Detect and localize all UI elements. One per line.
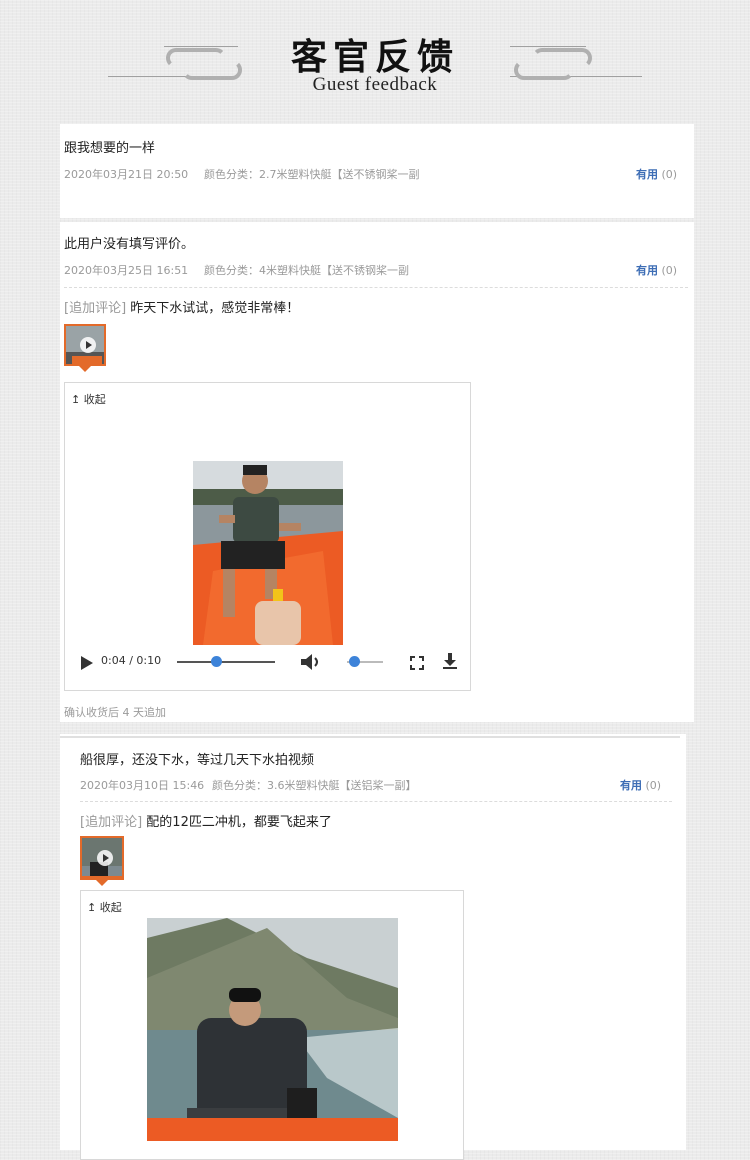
video-content bbox=[193, 461, 343, 645]
video-content bbox=[147, 918, 398, 1141]
review-card: 船很厚，还没下水，等过几天下水拍视频 2020年03月10日 15:46 颜色分… bbox=[60, 734, 686, 1160]
review-sku: 颜色分类：4米塑料快艇【送不锈钢桨一副 bbox=[204, 264, 409, 277]
play-icon bbox=[80, 337, 96, 353]
review-sku: 颜色分类：3.6米塑料快艇【送铝桨一副】 bbox=[212, 779, 417, 792]
review-card: 此用户没有填写评价。 2020年03月25日 16:51 颜色分类：4米塑料快艇… bbox=[60, 222, 694, 722]
useful-label: 有用 bbox=[620, 779, 642, 792]
top-border bbox=[60, 736, 680, 738]
video-player: ↥ 收起 bbox=[80, 890, 464, 1160]
review-card: 跟我想要的一样 2020年03月21日 20:50 颜色分类：2.7米塑料快艇【… bbox=[60, 124, 694, 218]
progress-knob[interactable] bbox=[211, 656, 223, 667]
video-player: ↥ 收起 0:04 / 0:10 bbox=[64, 382, 471, 691]
page-header: 客官反馈 Guest feedback bbox=[0, 0, 750, 120]
volume-knob[interactable] bbox=[349, 656, 361, 667]
collapse-button[interactable]: ↥ 收起 bbox=[87, 899, 122, 915]
divider bbox=[64, 287, 688, 288]
useful-button[interactable]: 有用 (0) bbox=[636, 166, 677, 182]
append-comment: [追加评论] 配的12匹二冲机，都要飞起来了 bbox=[80, 811, 332, 830]
progress-slider[interactable] bbox=[177, 661, 275, 663]
fullscreen-icon[interactable] bbox=[410, 655, 424, 674]
download-icon[interactable] bbox=[443, 653, 457, 673]
review-text: 跟我想要的一样 bbox=[64, 141, 156, 156]
useful-button[interactable]: 有用 (0) bbox=[636, 262, 677, 278]
review-text: 此用户没有填写评价。 bbox=[64, 237, 195, 252]
useful-button[interactable]: 有用 (0) bbox=[620, 777, 661, 793]
review-sku: 颜色分类：2.7米塑料快艇【送不锈钢桨一副 bbox=[204, 168, 420, 181]
useful-label: 有用 bbox=[636, 264, 658, 277]
page-subtitle: Guest feedback bbox=[312, 74, 438, 95]
useful-label: 有用 bbox=[636, 168, 658, 181]
video-frame[interactable] bbox=[147, 918, 398, 1141]
review-text: 船很厚，还没下水，等过几天下水拍视频 bbox=[80, 753, 315, 768]
review-date: 2020年03月10日 15:46 bbox=[80, 779, 205, 792]
play-icon[interactable] bbox=[81, 655, 93, 674]
video-thumbnail[interactable] bbox=[64, 324, 106, 366]
video-thumbnail[interactable] bbox=[80, 836, 124, 880]
useful-count: (0) bbox=[661, 264, 678, 277]
append-tag: [追加评论] bbox=[64, 301, 127, 316]
useful-count: (0) bbox=[661, 168, 678, 181]
playback-time: 0:04 / 0:10 bbox=[101, 654, 162, 667]
append-tag: [追加评论] bbox=[80, 815, 143, 830]
thumbnail-pointer bbox=[79, 366, 91, 372]
append-comment: [追加评论] 昨天下水试试，感觉非常棒！ bbox=[64, 297, 299, 316]
divider bbox=[80, 801, 672, 802]
append-timing: 确认收货后 4 天追加 bbox=[64, 706, 166, 719]
video-frame[interactable] bbox=[193, 461, 343, 645]
thumbnail-pointer bbox=[96, 880, 108, 886]
volume-icon[interactable] bbox=[301, 653, 321, 675]
review-date: 2020年03月25日 16:51 bbox=[64, 264, 189, 277]
append-text: 昨天下水试试，感觉非常棒！ bbox=[130, 301, 300, 316]
play-icon bbox=[97, 850, 113, 866]
page-title: 客官反馈 bbox=[290, 36, 459, 78]
useful-count: (0) bbox=[645, 779, 662, 792]
append-text: 配的12匹二冲机，都要飞起来了 bbox=[146, 815, 332, 830]
collapse-button[interactable]: ↥ 收起 bbox=[71, 391, 106, 407]
review-date: 2020年03月21日 20:50 bbox=[64, 168, 189, 181]
